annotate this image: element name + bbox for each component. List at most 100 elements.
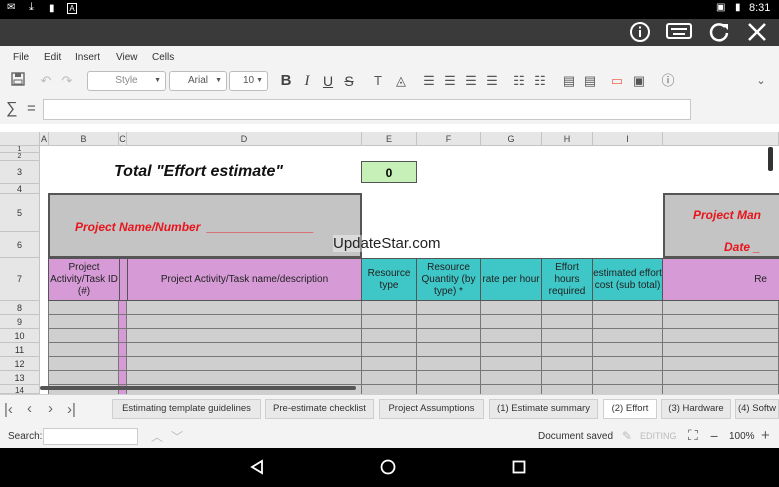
grid-cell[interactable] — [593, 357, 663, 371]
grid-cell[interactable] — [417, 371, 481, 385]
grid-cell[interactable] — [119, 357, 127, 371]
grid-cell[interactable] — [593, 371, 663, 385]
grid-cell[interactable] — [593, 301, 663, 315]
row-header[interactable]: 3 — [0, 161, 40, 184]
column-header[interactable]: D — [127, 132, 362, 146]
row-header[interactable]: 5 — [0, 194, 40, 232]
row-header[interactable]: 11 — [0, 343, 40, 357]
project-manager-block[interactable] — [663, 193, 779, 258]
info-icon[interactable] — [627, 21, 653, 45]
row-header[interactable]: 2 — [0, 153, 40, 161]
grid-cell[interactable] — [481, 385, 542, 394]
grid-cell[interactable] — [663, 315, 779, 329]
font-size-select[interactable]: 10 ▼ — [229, 71, 268, 91]
fill-color-icon[interactable]: ◬ — [392, 72, 410, 90]
strikethrough-button[interactable]: S — [340, 72, 358, 90]
menu-file[interactable]: File — [13, 52, 29, 63]
data-rows[interactable] — [48, 301, 779, 394]
grid-cell[interactable] — [48, 301, 119, 315]
header-activity-name[interactable]: Project Activity/Task name/description — [127, 258, 362, 301]
search-input[interactable] — [43, 428, 138, 445]
spreadsheet-grid[interactable]: A B C D E F G H I 1 2 3 4 5 6 7 8 9 10 1… — [0, 132, 779, 394]
column-header[interactable]: G — [481, 132, 542, 146]
row-header[interactable]: 12 — [0, 357, 40, 371]
grid-cell[interactable] — [48, 315, 119, 329]
next-sheet-icon[interactable]: › — [48, 400, 53, 417]
editing-label[interactable]: EDITING — [640, 431, 677, 441]
recent-apps-icon[interactable] — [512, 460, 526, 479]
sheet-tab[interactable]: Pre-estimate checklist — [265, 399, 374, 419]
save-icon[interactable] — [9, 72, 27, 90]
grid-cell[interactable] — [542, 315, 593, 329]
menu-view[interactable]: View — [116, 52, 138, 63]
grid-cell[interactable] — [362, 343, 417, 357]
header-estimated-cost[interactable]: estimated effort cost (sub total) — [592, 258, 663, 301]
search-up-icon[interactable]: ︿ — [151, 428, 163, 445]
grid-cell[interactable] — [417, 315, 481, 329]
grid-cell[interactable] — [663, 343, 779, 357]
formula-input[interactable] — [43, 99, 691, 120]
grid-cell[interactable] — [362, 301, 417, 315]
row-header[interactable]: 7 — [0, 258, 40, 301]
select-all-corner[interactable] — [0, 132, 40, 146]
delete-row-icon[interactable]: ▤ — [581, 72, 599, 90]
grid-cell[interactable] — [417, 301, 481, 315]
grid-cell[interactable] — [481, 357, 542, 371]
grid-cell[interactable] — [417, 329, 481, 343]
row-header[interactable]: 1 — [0, 146, 40, 153]
menu-cells[interactable]: Cells — [152, 52, 174, 63]
search-down-icon[interactable]: ﹀ — [171, 428, 183, 445]
grid-cell[interactable] — [48, 357, 119, 371]
horizontal-scrollbar[interactable] — [40, 386, 356, 390]
grid-cell[interactable] — [119, 329, 127, 343]
image-icon[interactable]: ▣ — [630, 72, 648, 90]
grid-cell[interactable] — [48, 329, 119, 343]
last-sheet-icon[interactable]: ›| — [67, 401, 76, 418]
sheet-tab-active[interactable]: (2) Effort — [603, 399, 657, 419]
zoom-out-button[interactable]: − — [710, 428, 718, 444]
header-resource-type[interactable]: Resource type — [361, 258, 417, 301]
numbered-list-icon[interactable]: ☷ — [510, 72, 528, 90]
undo-icon[interactable]: ↶ — [37, 72, 55, 90]
row-header[interactable]: 4 — [0, 184, 40, 194]
align-center-icon[interactable]: ☰ — [441, 72, 459, 90]
chevron-down-icon[interactable]: ⌄ — [752, 72, 770, 90]
grid-cell[interactable] — [481, 343, 542, 357]
insert-row-icon[interactable]: ▤ — [560, 72, 578, 90]
italic-button[interactable]: I — [298, 72, 316, 90]
fit-page-icon[interactable]: ⛶ — [688, 427, 698, 444]
sheet-tab[interactable]: Project Assumptions — [379, 399, 484, 419]
grid-cell[interactable] — [663, 371, 779, 385]
menu-insert[interactable]: Insert — [75, 52, 100, 63]
grid-cell[interactable] — [362, 315, 417, 329]
grid-cell[interactable] — [119, 301, 127, 315]
align-right-icon[interactable]: ☰ — [462, 72, 480, 90]
grid-cell[interactable] — [542, 357, 593, 371]
grid-cell[interactable] — [417, 343, 481, 357]
column-header[interactable]: A — [40, 132, 49, 146]
back-icon[interactable] — [249, 459, 265, 480]
grid-cell[interactable] — [127, 343, 362, 357]
sheet-tab[interactable]: Estimating template guidelines — [112, 399, 261, 419]
grid-cell[interactable] — [593, 343, 663, 357]
grid-cell[interactable] — [417, 357, 481, 371]
grid-cell[interactable] — [663, 385, 779, 394]
grid-cell[interactable] — [119, 343, 127, 357]
bulleted-list-icon[interactable]: ☷ — [531, 72, 549, 90]
sheet-tab[interactable]: (3) Hardware — [661, 399, 731, 419]
justify-icon[interactable]: ☰ — [483, 72, 501, 90]
grid-cell[interactable] — [481, 371, 542, 385]
comment-icon[interactable]: ▭ — [608, 72, 626, 90]
grid-cell[interactable] — [119, 315, 127, 329]
first-sheet-icon[interactable]: |‹ — [4, 401, 13, 418]
grid-cell[interactable] — [48, 343, 119, 357]
align-left-icon[interactable]: ☰ — [420, 72, 438, 90]
refresh-icon[interactable] — [706, 21, 732, 45]
style-select[interactable]: Style ▼ — [87, 71, 166, 91]
menu-edit[interactable]: Edit — [44, 52, 61, 63]
column-header[interactable]: B — [49, 132, 119, 146]
column-header[interactable]: C — [119, 132, 127, 146]
grid-cell[interactable] — [663, 357, 779, 371]
grid-cell[interactable] — [362, 329, 417, 343]
home-icon[interactable] — [380, 459, 396, 480]
